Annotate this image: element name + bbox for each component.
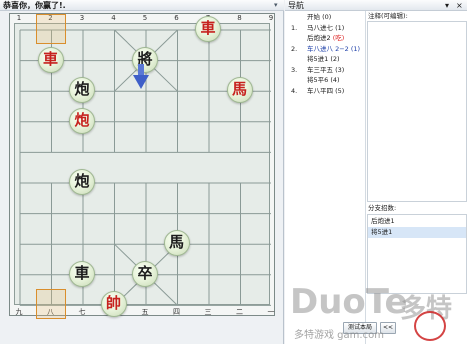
move-text: 将5平6 (4) [307, 75, 340, 85]
watermark-brand: DuoTe [290, 282, 408, 322]
piece-red-0[interactable]: 車 [37, 46, 64, 73]
move-notation: 车三平五 (3) [307, 65, 345, 74]
move-text: 车八平四 (5) [307, 86, 344, 96]
pin-icon[interactable]: ▾ [274, 1, 278, 10]
move-text: 后炮进2 (吃) [307, 33, 344, 43]
nav-header: 导航 ▾ × [285, 0, 467, 11]
palace-highlight [35, 289, 66, 320]
piece-red-5[interactable]: 炮 [69, 107, 95, 134]
move-number: 3. [291, 65, 298, 74]
move-notation: 后炮进2 [307, 34, 331, 42]
file-label-bottom-3: 七 [78, 308, 86, 316]
notes-label: 注释(可编辑): [368, 12, 408, 20]
file-label-bottom-5: 五 [141, 308, 149, 316]
app-window: 恭喜你，你赢了!. ▾ 123456789 九八七六五四三二一 車將車炮馬炮炮馬… [0, 0, 467, 344]
notes-textarea[interactable] [367, 21, 467, 202]
file-label-bottom-9: 一 [267, 308, 275, 316]
board-pane: 恭喜你，你赢了!. ▾ 123456789 九八七六五四三二一 車將車炮馬炮炮馬… [0, 0, 284, 344]
move-arrow-icon [133, 64, 149, 89]
piece-red-10[interactable]: 帥 [100, 291, 127, 318]
move-item[interactable]: 2. 车八进八 2−2 (1) [285, 44, 366, 54]
move-item[interactable]: 后炮进2 (吃) [285, 33, 366, 43]
file-label-bottom-8: 二 [236, 308, 243, 316]
move-number: 1. [291, 23, 298, 32]
move-number: 2. [291, 44, 298, 53]
move-text: 马八进七 (1) [307, 23, 344, 33]
move-item[interactable]: 4. 车八平四 (5) [285, 86, 366, 96]
piece-black-3[interactable]: 炮 [69, 77, 95, 104]
move-text: 将5进1 (2) [307, 54, 340, 64]
notes-panel: 注释(可编辑): [367, 11, 467, 202]
last-move-from-highlight [35, 14, 66, 44]
move-notation: 开始 (0) [307, 13, 332, 21]
nav-title: 导航 [288, 1, 304, 10]
move-number: 4. [291, 86, 298, 95]
file-label-top-6: 6 [174, 14, 179, 22]
piece-black-9[interactable]: 卒 [132, 260, 158, 287]
branch-item[interactable]: 将5进1 [368, 227, 466, 238]
capture-tag: (吃) [330, 34, 345, 42]
file-label-top-5: 5 [142, 14, 148, 22]
file-label-bottom-7: 三 [204, 308, 212, 316]
move-notation: 车八进八 2−2 (1) [307, 44, 361, 53]
move-item[interactable]: 将5进1 (2) [285, 54, 366, 64]
move-item[interactable]: 开始 (0) [285, 12, 366, 22]
status-bar: 恭喜你，你赢了!. ▾ [0, 0, 284, 11]
piece-black-6[interactable]: 炮 [69, 169, 95, 195]
piece-black-7[interactable]: 馬 [163, 230, 190, 257]
piece-red-2[interactable]: 車 [195, 16, 221, 42]
piece-red-4[interactable]: 馬 [226, 77, 253, 104]
move-notation: 将5平6 (4) [307, 76, 340, 84]
move-item[interactable]: 将5平6 (4) [285, 75, 366, 85]
file-label-top-9: 9 [268, 14, 274, 22]
close-icon[interactable]: × [456, 0, 463, 11]
branch-label: 分支招数: [368, 204, 397, 212]
move-notation: 马八进七 (1) [307, 23, 345, 32]
move-text: 开始 (0) [307, 12, 331, 22]
move-notation: 车八平四 (5) [307, 86, 345, 95]
file-label-top-1: 1 [16, 14, 22, 22]
move-notation: 将5进1 (2) [307, 55, 340, 63]
move-item[interactable]: 1. 马八进七 (1) [285, 23, 366, 33]
status-message: 恭喜你，你赢了!. [3, 1, 66, 10]
file-label-top-8: 8 [237, 14, 242, 22]
watermark-logo [414, 311, 446, 341]
file-label-bottom-6: 四 [173, 308, 180, 316]
move-text: 车三平五 (3) [307, 65, 344, 75]
dropdown-icon[interactable]: ▾ [445, 0, 449, 11]
watermark-sub: 多特游戏 gam.com [294, 330, 384, 341]
move-item[interactable]: 3. 车三平五 (3) [285, 65, 366, 75]
file-label-bottom-1: 九 [15, 308, 23, 316]
file-label-top-3: 3 [79, 14, 85, 22]
piece-black-8[interactable]: 車 [69, 260, 95, 287]
file-label-top-4: 4 [111, 14, 116, 22]
move-text: 车八进八 2−2 (1) [307, 44, 360, 54]
branch-item[interactable]: 后炮进1 [368, 216, 466, 227]
